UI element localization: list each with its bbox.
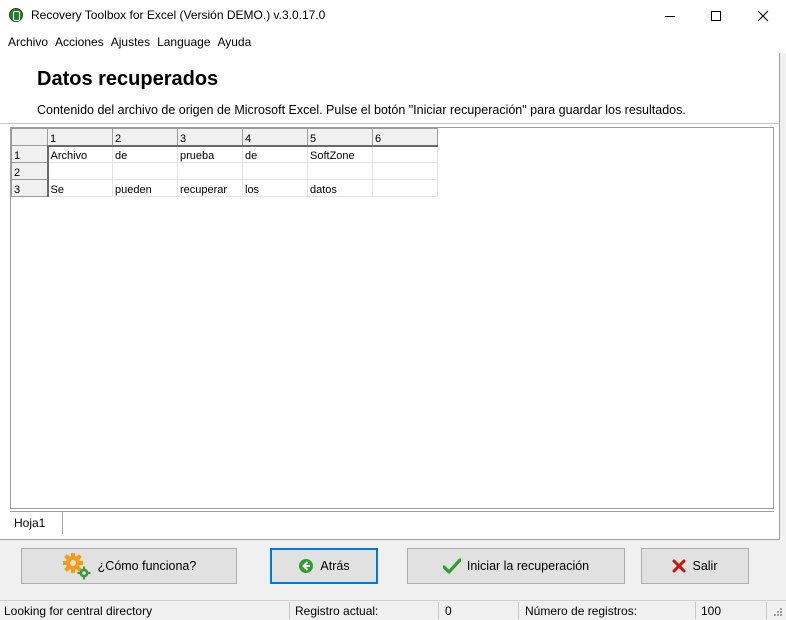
gears-icon [62,552,92,580]
grid-cell[interactable]: pueden [112,179,178,197]
record-count-value: 100 [701,603,722,618]
close-button[interactable] [740,0,786,31]
table-row: 1 Archivo de prueba de SoftZone [11,145,438,163]
grid-cell[interactable] [177,162,243,180]
grid-cell[interactable] [372,179,438,197]
grid-cell[interactable]: Se [47,179,113,197]
grid-corner[interactable] [11,128,48,146]
menu-acciones[interactable]: Acciones [55,35,111,49]
divider [0,123,779,124]
status-divider [438,602,439,619]
main-panel: Datos recuperados Contenido del archivo … [0,53,780,540]
maximize-button[interactable] [693,0,739,31]
menu-language[interactable]: Language [157,35,217,49]
grid-cell[interactable] [112,162,178,180]
status-divider [289,602,290,619]
column-header[interactable]: 3 [177,128,243,147]
grid-cell[interactable] [47,162,113,180]
page-title: Datos recuperados [37,68,219,90]
column-header[interactable]: 1 [47,128,113,147]
exit-label: Salir [692,559,718,573]
row-header[interactable]: 1 [11,145,49,163]
menu-archivo[interactable]: Archivo [0,35,55,49]
maximize-icon [711,10,721,21]
table-row: 2 [11,162,438,180]
app-icon [9,8,23,22]
checkmark-icon [442,558,461,574]
divider [10,511,774,512]
grid-cell[interactable]: Archivo [47,145,113,163]
sheet-tab[interactable]: Hoja1 [10,512,63,534]
column-header-row: 1 2 3 4 5 6 [11,128,438,147]
start-recovery-label: Iniciar la recuperación [466,559,590,573]
column-header[interactable]: 5 [307,128,373,147]
minimize-button[interactable] [647,0,693,31]
close-icon [757,10,769,21]
start-recovery-button[interactable]: Iniciar la recuperación [407,548,625,584]
current-record-label: Registro actual: [295,603,379,618]
page-description: Contenido del archivo de origen de Micro… [37,103,686,117]
menu-ayuda[interactable]: Ayuda [217,35,258,49]
table-row: 3 Se pueden recuperar los datos [11,179,438,197]
menu-bar: Archivo Acciones Ajustes Language Ayuda [0,31,786,53]
resize-grip-icon[interactable] [772,601,782,620]
column-header[interactable]: 2 [112,128,178,147]
exit-button[interactable]: Salir [641,548,749,584]
status-divider [695,602,696,619]
how-it-works-label: ¿Cómo funciona? [97,559,197,573]
grid-cell[interactable] [372,145,438,163]
data-table: 1 2 3 4 5 6 1 Archivo de prueba de SoftZ… [11,128,438,197]
how-it-works-button[interactable]: ¿Cómo funciona? [21,548,237,584]
grid-cell[interactable]: prueba [177,145,243,163]
menu-ajustes[interactable]: Ajustes [111,35,157,49]
grid-cell[interactable] [372,162,438,180]
record-count-label: Número de registros: [525,603,638,618]
data-grid[interactable]: 1 2 3 4 5 6 1 Archivo de prueba de SoftZ… [10,127,774,509]
arrow-left-icon [298,558,314,574]
grid-cell[interactable]: SoftZone [307,145,373,163]
grid-cell[interactable]: de [242,145,308,163]
row-header[interactable]: 3 [11,179,49,197]
status-bar: Looking for central directory Registro a… [0,600,786,620]
back-button[interactable]: Atrás [270,548,378,584]
status-message: Looking for central directory [4,603,153,618]
status-divider [518,602,519,619]
x-icon [672,559,686,573]
grid-cell[interactable] [307,162,373,180]
column-header[interactable]: 6 [372,128,438,147]
row-header[interactable]: 2 [11,162,49,180]
title-bar: Recovery Toolbox for Excel (Versión DEMO… [0,0,786,31]
grid-cell[interactable] [242,162,308,180]
grid-cell[interactable]: los [242,179,308,197]
grid-cell[interactable]: datos [307,179,373,197]
column-header[interactable]: 4 [242,128,308,147]
current-record-value: 0 [445,603,452,618]
grid-cell[interactable]: recuperar [177,179,243,197]
back-label: Atrás [320,559,350,573]
grid-cell[interactable]: de [112,145,178,163]
minimize-icon [665,15,675,17]
window-title: Recovery Toolbox for Excel (Versión DEMO… [31,8,326,22]
status-divider [766,602,767,619]
